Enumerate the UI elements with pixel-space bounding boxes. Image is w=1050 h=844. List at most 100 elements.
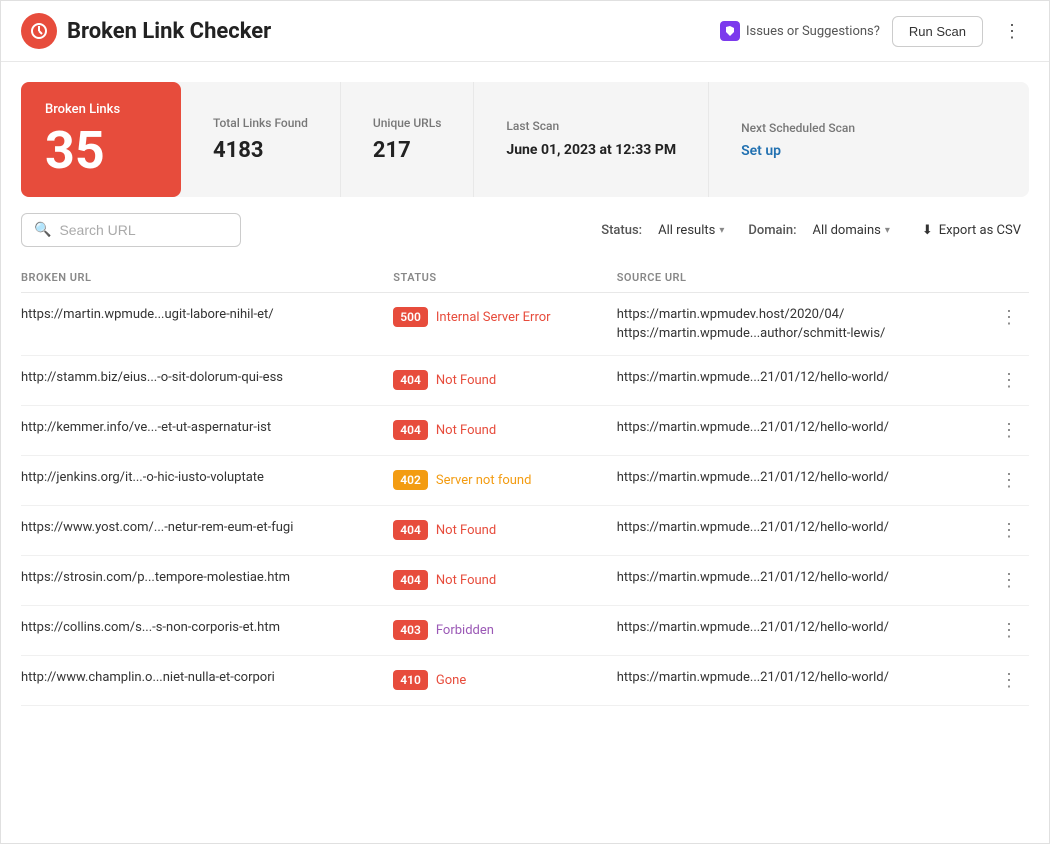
table-row: https://collins.com/s...-s-non-corporis-…: [21, 606, 1029, 656]
row-menu-button[interactable]: ⋮: [989, 670, 1029, 691]
status-badge: 404: [393, 570, 428, 590]
source-url-cell: https://martin.wpmude...21/01/12/hello-w…: [617, 420, 989, 435]
last-scan-label: Last Scan: [506, 119, 676, 133]
source-url: https://martin.wpmudev.host/2020/04/: [617, 307, 989, 322]
next-scan-label: Next Scheduled Scan: [741, 121, 855, 135]
row-menu-button[interactable]: ⋮: [989, 370, 1029, 391]
source-url-cell: https://martin.wpmude...21/01/12/hello-w…: [617, 620, 989, 635]
status-cell: 402 Server not found: [393, 470, 616, 490]
broken-url-cell: https://www.yost.com/...-netur-rem-eum-e…: [21, 520, 393, 535]
export-label: Export as CSV: [939, 223, 1021, 238]
source-url: https://martin.wpmude...21/01/12/hello-w…: [617, 620, 989, 635]
domain-filter-group: Domain: All domains ▾: [748, 217, 898, 244]
search-box[interactable]: 🔍: [21, 213, 241, 247]
issues-icon: [720, 21, 740, 41]
status-filter-label: Status:: [601, 223, 642, 238]
status-dropdown[interactable]: All results ▾: [650, 217, 732, 244]
next-scan-stat: Next Scheduled Scan Set up: [709, 82, 887, 197]
header-menu-icon[interactable]: ⋮: [995, 17, 1029, 46]
source-url: https://martin.wpmude...21/01/12/hello-w…: [617, 520, 989, 535]
row-menu-button[interactable]: ⋮: [989, 307, 1029, 328]
table-header: BROKEN URL STATUS SOURCE URL: [21, 263, 1029, 293]
status-cell: 410 Gone: [393, 670, 616, 690]
table-row: http://kemmer.info/ve...-et-ut-aspernatu…: [21, 406, 1029, 456]
run-scan-button[interactable]: Run Scan: [892, 16, 983, 47]
total-links-label: Total Links Found: [213, 116, 308, 130]
status-cell: 403 Forbidden: [393, 620, 616, 640]
last-scan-stat: Last Scan June 01, 2023 at 12:33 PM: [474, 82, 709, 197]
status-text: Not Found: [436, 573, 496, 588]
status-cell: 404 Not Found: [393, 520, 616, 540]
search-input[interactable]: [59, 222, 209, 238]
broken-links-label: Broken Links: [45, 102, 157, 117]
status-badge: 410: [393, 670, 428, 690]
source-url-cell: https://martin.wpmude...21/01/12/hello-w…: [617, 470, 989, 485]
export-csv-button[interactable]: ⬇ Export as CSV: [914, 217, 1029, 244]
stats-bar: Broken Links 35 Total Links Found 4183 U…: [21, 82, 1029, 197]
domain-filter-label: Domain:: [748, 223, 796, 238]
app-container: Broken Link Checker Issues or Suggestion…: [0, 0, 1050, 844]
broken-url-cell: http://jenkins.org/it...-o-hic-iusto-vol…: [21, 470, 393, 485]
header-logo: Broken Link Checker: [21, 13, 720, 49]
status-badge: 500: [393, 307, 428, 327]
status-badge: 403: [393, 620, 428, 640]
domain-dropdown-value: All domains: [813, 223, 881, 238]
export-icon: ⬇: [922, 223, 933, 238]
row-menu-button[interactable]: ⋮: [989, 570, 1029, 591]
next-scan-link[interactable]: Set up: [741, 143, 855, 159]
broken-links-count: 35: [45, 125, 157, 177]
status-text: Not Found: [436, 423, 496, 438]
source-url: https://martin.wpmude...21/01/12/hello-w…: [617, 370, 989, 385]
col-header-broken-url: BROKEN URL: [21, 271, 393, 284]
toolbar: 🔍 Status: All results ▾ Domain: All doma…: [1, 197, 1049, 263]
broken-url-cell: http://kemmer.info/ve...-et-ut-aspernatu…: [21, 420, 393, 435]
status-text: Forbidden: [436, 623, 494, 638]
row-menu-button[interactable]: ⋮: [989, 520, 1029, 541]
issues-link[interactable]: Issues or Suggestions?: [720, 21, 880, 41]
status-filter-group: Status: All results ▾: [601, 217, 732, 244]
domain-chevron-icon: ▾: [885, 225, 890, 236]
status-cell: 500 Internal Server Error: [393, 307, 616, 327]
status-badge: 404: [393, 370, 428, 390]
unique-urls-stat: Unique URLs 217: [341, 82, 475, 197]
broken-links-card: Broken Links 35: [21, 82, 181, 197]
stats-items: Total Links Found 4183 Unique URLs 217 L…: [181, 82, 1029, 197]
status-dropdown-value: All results: [658, 223, 715, 238]
app-logo-icon: [21, 13, 57, 49]
col-header-status: STATUS: [393, 271, 616, 284]
source-url-cell: https://martin.wpmude...21/01/12/hello-w…: [617, 370, 989, 385]
status-text: Server not found: [436, 473, 532, 488]
row-menu-button[interactable]: ⋮: [989, 470, 1029, 491]
domain-dropdown[interactable]: All domains ▾: [805, 217, 898, 244]
total-links-stat: Total Links Found 4183: [181, 82, 341, 197]
status-text: Internal Server Error: [436, 310, 551, 325]
source-url: https://martin.wpmude...author/schmitt-l…: [617, 326, 989, 341]
row-menu-button[interactable]: ⋮: [989, 620, 1029, 641]
search-icon: 🔍: [34, 222, 51, 238]
broken-url-cell: https://martin.wpmude...ugit-labore-nihi…: [21, 307, 393, 322]
source-url-cell: https://martin.wpmudev.host/2020/04/http…: [617, 307, 989, 341]
source-url-cell: https://martin.wpmude...21/01/12/hello-w…: [617, 520, 989, 535]
table-container: BROKEN URL STATUS SOURCE URL https://mar…: [1, 263, 1049, 706]
status-cell: 404 Not Found: [393, 420, 616, 440]
status-chevron-icon: ▾: [719, 225, 724, 236]
status-cell: 404 Not Found: [393, 570, 616, 590]
last-scan-value: June 01, 2023 at 12:33 PM: [506, 141, 676, 161]
source-url: https://martin.wpmude...21/01/12/hello-w…: [617, 670, 989, 685]
col-header-source-url: SOURCE URL: [617, 271, 989, 284]
header: Broken Link Checker Issues or Suggestion…: [1, 1, 1049, 62]
source-url-cell: https://martin.wpmude...21/01/12/hello-w…: [617, 570, 989, 585]
total-links-value: 4183: [213, 138, 308, 163]
table-row: https://strosin.com/p...tempore-molestia…: [21, 556, 1029, 606]
issues-label: Issues or Suggestions?: [746, 24, 880, 39]
status-badge: 404: [393, 420, 428, 440]
unique-urls-label: Unique URLs: [373, 116, 442, 130]
status-badge: 404: [393, 520, 428, 540]
table-row: http://jenkins.org/it...-o-hic-iusto-vol…: [21, 456, 1029, 506]
table-body: https://martin.wpmude...ugit-labore-nihi…: [21, 293, 1029, 706]
source-url: https://martin.wpmude...21/01/12/hello-w…: [617, 470, 989, 485]
table-row: http://stamm.biz/eius...-o-sit-dolorum-q…: [21, 356, 1029, 406]
row-menu-button[interactable]: ⋮: [989, 420, 1029, 441]
source-url: https://martin.wpmude...21/01/12/hello-w…: [617, 420, 989, 435]
status-text: Not Found: [436, 523, 496, 538]
